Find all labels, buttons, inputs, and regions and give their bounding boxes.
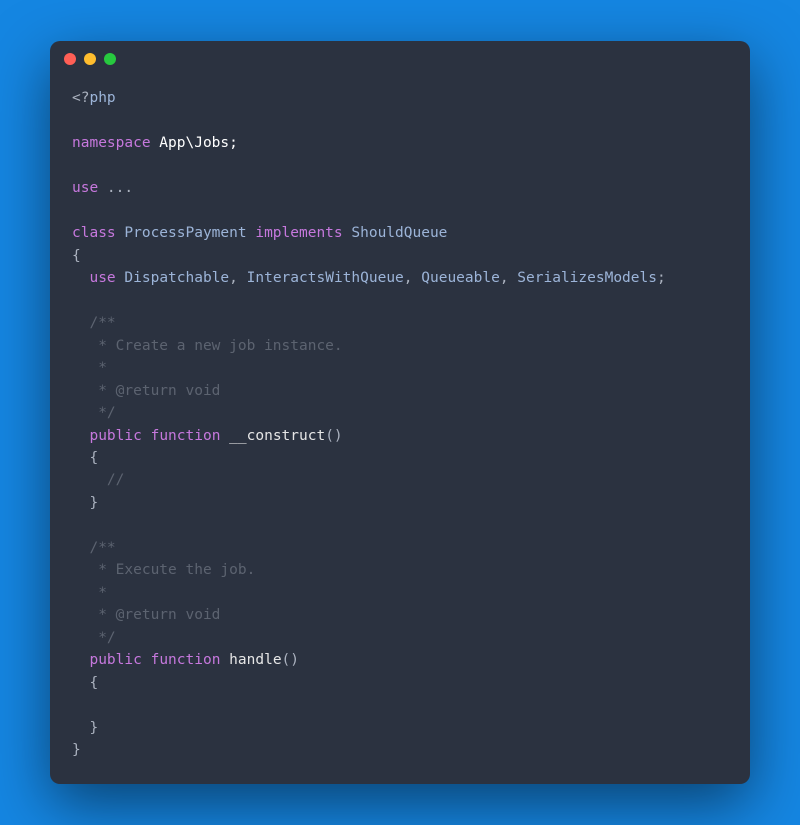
indent <box>72 270 89 286</box>
code-line: public function handle() <box>72 652 299 668</box>
indent <box>72 383 89 399</box>
keyword-public: public <box>89 652 141 668</box>
php-open-tag-word: php <box>89 90 115 106</box>
brace-close: } <box>89 495 98 511</box>
keyword-class: class <box>72 225 116 241</box>
code-line: use ... <box>72 180 133 196</box>
keyword-namespace: namespace <box>72 135 151 151</box>
maximize-icon[interactable] <box>104 53 116 65</box>
php-open-tag: <? <box>72 90 89 106</box>
keyword-function: function <box>151 428 221 444</box>
indent <box>72 338 89 354</box>
code-line: <?php <box>72 90 116 106</box>
docblock-open: /** <box>89 540 115 556</box>
semicolon: ; <box>657 270 666 286</box>
trait-dispatchable: Dispatchable <box>124 270 229 286</box>
comma: , <box>404 270 421 286</box>
trait-queueable: Queueable <box>421 270 500 286</box>
indent <box>72 428 89 444</box>
indent <box>72 585 89 601</box>
interface-name: ShouldQueue <box>343 225 448 241</box>
code-window: <?php namespace App\Jobs; use ... class … <box>50 41 750 783</box>
comma: , <box>229 270 246 286</box>
brace-close: } <box>72 742 81 758</box>
code-editor: <?php namespace App\Jobs; use ... class … <box>50 77 750 783</box>
indent <box>72 495 89 511</box>
indent <box>72 720 89 736</box>
code-line: * Create a new job instance. <box>72 338 343 354</box>
code-line: public function __construct() <box>72 428 343 444</box>
code-line: { <box>72 450 98 466</box>
trait-interactswithqueue: InteractsWithQueue <box>247 270 404 286</box>
keyword-use-traits: use <box>89 270 115 286</box>
close-icon[interactable] <box>64 53 76 65</box>
comma: , <box>500 270 517 286</box>
class-name: ProcessPayment <box>116 225 256 241</box>
code-line: * @return void <box>72 383 220 399</box>
docblock-close: */ <box>89 630 115 646</box>
docblock-close: */ <box>89 405 115 421</box>
code-line: class ProcessPayment implements ShouldQu… <box>72 225 447 241</box>
brace-open: { <box>89 450 98 466</box>
function-handle: handle <box>220 652 281 668</box>
code-line: { <box>72 675 98 691</box>
window-titlebar <box>50 41 750 77</box>
code-line: } <box>72 495 98 511</box>
parens: () <box>325 428 342 444</box>
indent <box>72 562 89 578</box>
code-line: * Execute the job. <box>72 562 255 578</box>
parens: () <box>282 652 299 668</box>
docblock-star: * <box>89 360 106 376</box>
code-line: */ <box>72 630 116 646</box>
docblock-line: * Create a new job instance. <box>89 338 342 354</box>
function-construct: __construct <box>220 428 325 444</box>
docblock-line: * Execute the job. <box>89 562 255 578</box>
use-ellipsis: ... <box>98 180 133 196</box>
docblock-return: * @return void <box>89 607 220 623</box>
keyword-use: use <box>72 180 98 196</box>
indent <box>72 405 89 421</box>
code-line: */ <box>72 405 116 421</box>
docblock-star: * <box>89 585 106 601</box>
code-line: * <box>72 585 107 601</box>
brace-close: } <box>89 720 98 736</box>
indent <box>72 630 89 646</box>
brace-open: { <box>72 248 81 264</box>
indent <box>72 607 89 623</box>
indent <box>72 675 89 691</box>
minimize-icon[interactable] <box>84 53 96 65</box>
code-line: namespace App\Jobs; <box>72 135 238 151</box>
indent <box>72 315 89 331</box>
code-line: // <box>72 472 124 488</box>
keyword-function: function <box>151 652 221 668</box>
code-line: * <box>72 360 107 376</box>
indent <box>72 652 89 668</box>
indent <box>72 450 89 466</box>
namespace-value: App\Jobs; <box>151 135 238 151</box>
indent <box>72 540 89 556</box>
keyword-public: public <box>89 428 141 444</box>
indent <box>72 472 107 488</box>
docblock-return: * @return void <box>89 383 220 399</box>
keyword-implements: implements <box>255 225 342 241</box>
indent <box>72 360 89 376</box>
code-line: /** <box>72 315 116 331</box>
comment-empty: // <box>107 472 124 488</box>
code-line: /** <box>72 540 116 556</box>
docblock-open: /** <box>89 315 115 331</box>
code-line: } <box>72 720 98 736</box>
code-line: use Dispatchable, InteractsWithQueue, Qu… <box>72 270 666 286</box>
code-line: * @return void <box>72 607 220 623</box>
brace-open: { <box>89 675 98 691</box>
trait-serializesmodels: SerializesModels <box>517 270 657 286</box>
